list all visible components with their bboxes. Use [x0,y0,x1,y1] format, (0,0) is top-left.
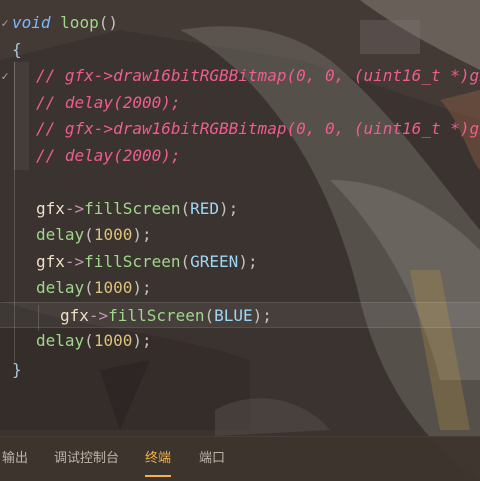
code-line[interactable]: gfx->fillScreen(GREEN); [0,249,480,275]
code-line[interactable]: // gfx->draw16bitRGBBitmap(0, 0, (uint16… [0,116,480,142]
code-text: // gfx->draw16bitRGBBitmap(0, 0, (uint16… [36,63,480,89]
code-line[interactable]: { [0,37,480,63]
tab-debug-console[interactable]: 调试控制台 [54,451,119,477]
bottom-panel-tabs: 输出 调试控制台 终端 端口 [0,436,480,481]
code-token: ); [238,251,258,271]
code-line[interactable]: } [0,357,480,383]
code-token: } [12,360,22,379]
tab-ports[interactable]: 端口 [199,451,225,477]
code-token: RED [190,198,220,218]
code-token: ( [84,331,94,350]
code-token: BLUE [214,305,253,325]
code-text: gfx->fillScreen(GREEN); [36,249,258,275]
code-line[interactable]: delay(1000); [0,275,480,301]
code-token: // delay(2000); [36,92,181,112]
code-token: fillScreen [84,198,181,218]
code-text: } [12,357,22,383]
code-token: ); [132,225,152,244]
code-token: // delay(2000); [36,145,181,165]
code-line[interactable]: gfx->fillScreen(BLUE); [0,301,480,328]
code-line[interactable]: delay(1000); [0,222,480,248]
code-line[interactable]: // delay(2000); [0,143,480,169]
code-token: loop [60,13,99,32]
code-text: { [12,37,22,63]
code-token: ( [84,278,94,297]
code-line[interactable]: gfx->fillScreen(RED); [0,196,480,222]
code-token: ( [180,198,191,218]
code-line[interactable]: ✓ // gfx->draw16bitRGBBitmap(0, 0, (uint1… [0,63,480,89]
code-token: // gfx->draw16bitRGBBitmap(0, 0, (uint16… [36,119,480,138]
code-token: // gfx->draw16bitRGBBitmap(0, 0, (uint16… [36,66,480,85]
code-token: ( [180,251,191,271]
code-text: // delay(2000); [36,90,181,116]
code-token: ( [204,305,215,325]
code-token: gfx [36,251,65,271]
code-token: -> [88,305,109,325]
code-token: ); [219,198,239,218]
code-token: void [12,13,51,32]
code-token: gfx [60,305,89,325]
code-token: 1000 [93,278,133,297]
code-token: ); [252,305,272,325]
code-text: delay(1000); [36,275,152,301]
code-line[interactable]: delay(1000); [0,328,480,354]
code-text: delay(1000); [36,222,152,248]
code-token: -> [64,198,85,218]
code-token: ); [132,278,152,297]
code-token: delay [36,278,85,297]
code-text: // gfx->draw16bitRGBBitmap(0, 0, (uint16… [36,116,480,142]
code-editor[interactable]: ✓ void loop(){✓// gfx->draw16bitRGBBitmap… [0,0,480,436]
fold-chevron-icon[interactable]: ✓ [0,63,10,89]
fold-chevron-icon[interactable]: ✓ [0,10,10,36]
code-text: // delay(2000); [36,143,181,169]
code-token: 1000 [93,331,133,350]
code-token: delay [36,331,85,350]
tab-output[interactable]: 输出 [2,451,28,477]
code-token: gfx [36,198,65,218]
code-line[interactable] [0,169,480,195]
code-token: () [98,13,118,32]
code-token: GREEN [190,251,239,271]
tab-terminal[interactable]: 终端 [145,451,172,477]
code-text: gfx->fillScreen(BLUE); [60,303,272,327]
code-token: { [12,39,22,59]
code-token: fillScreen [84,251,181,271]
code-line[interactable]: ✓ void loop() [0,10,480,36]
code-text: delay(1000); [36,328,152,354]
code-text: void loop() [12,10,118,36]
code-line[interactable]: // delay(2000); [0,90,480,116]
code-token: fillScreen [108,305,205,325]
code-token: delay [36,225,85,244]
code-text: gfx->fillScreen(RED); [36,196,238,222]
code-token: ( [84,225,94,244]
code-token: -> [64,251,85,271]
code-token: 1000 [93,225,133,244]
code-token: ); [132,331,152,350]
